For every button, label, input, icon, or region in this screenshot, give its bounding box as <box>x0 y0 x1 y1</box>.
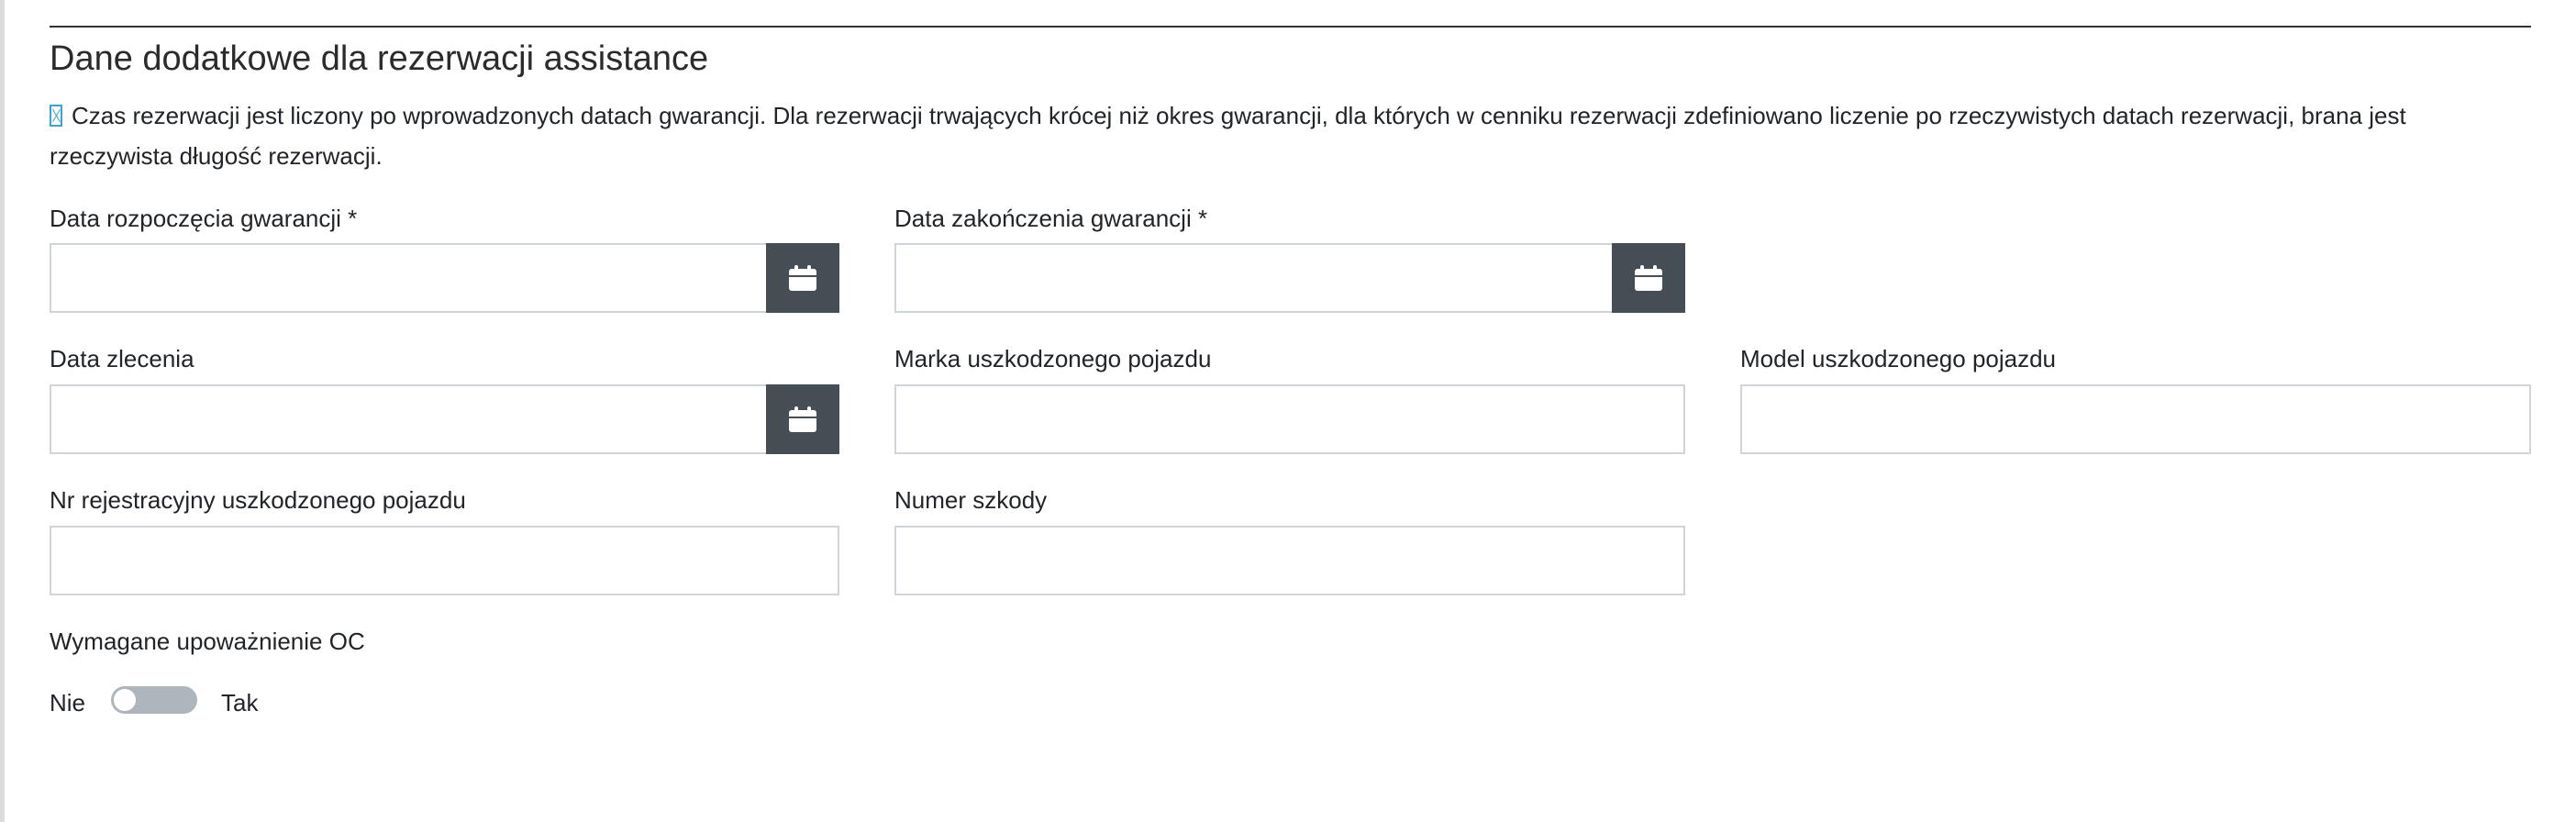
info-icon <box>50 105 62 127</box>
vehicle-model-input[interactable] <box>1742 386 2529 452</box>
vehicle-registration-input[interactable] <box>51 528 838 594</box>
warranty-end-field <box>894 243 1685 313</box>
vehicle-model-field <box>1740 384 2531 454</box>
warranty-start-field <box>50 243 839 313</box>
calendar-icon <box>789 406 816 432</box>
claim-number-input[interactable] <box>896 528 1683 594</box>
order-date-label: Data zlecenia <box>50 345 194 372</box>
calendar-icon <box>1635 265 1662 291</box>
toggle-off-label: Nie <box>50 688 86 716</box>
claim-number-field <box>894 526 1685 595</box>
order-date-calendar-button[interactable] <box>766 384 839 454</box>
toggle-on-label: Tak <box>221 688 259 716</box>
section-title: Dane dodatkowe dla rezerwacji assistance <box>50 39 709 78</box>
warranty-start-calendar-button[interactable] <box>766 243 839 313</box>
info-text: Czas rezerwacji jest liczony po wprowadz… <box>50 102 2406 170</box>
vehicle-make-label: Marka uszkodzonego pojazdu <box>894 345 1212 372</box>
warranty-start-input[interactable] <box>51 245 764 311</box>
vehicle-make-input[interactable] <box>896 386 1683 452</box>
page-left-border <box>0 0 5 822</box>
order-date-field <box>50 384 839 454</box>
warranty-end-input[interactable] <box>896 245 1610 311</box>
warranty-end-label: Data zakończenia gwarancji * <box>894 205 1208 232</box>
claim-number-label: Numer szkody <box>894 486 1048 514</box>
vehicle-make-field <box>894 384 1685 454</box>
info-message: Czas rezerwacji jest liczony po wprowadz… <box>50 95 2526 176</box>
oc-authorization-label: Wymagane upoważnienie OC <box>50 628 365 655</box>
warranty-start-label: Data rozpoczęcia gwarancji * <box>50 205 358 232</box>
vehicle-registration-label: Nr rejestracyjny uszkodzonego pojazdu <box>50 486 466 514</box>
warranty-end-calendar-button[interactable] <box>1612 243 1685 313</box>
section-divider <box>50 26 2531 28</box>
oc-authorization-toggle-row: Nie Tak <box>50 686 258 719</box>
order-date-input[interactable] <box>51 386 764 452</box>
vehicle-model-label: Model uszkodzonego pojazdu <box>1740 345 2057 372</box>
oc-authorization-toggle[interactable] <box>111 686 198 714</box>
vehicle-registration-field <box>50 526 839 595</box>
calendar-icon <box>789 265 816 291</box>
toggle-knob <box>114 689 137 711</box>
